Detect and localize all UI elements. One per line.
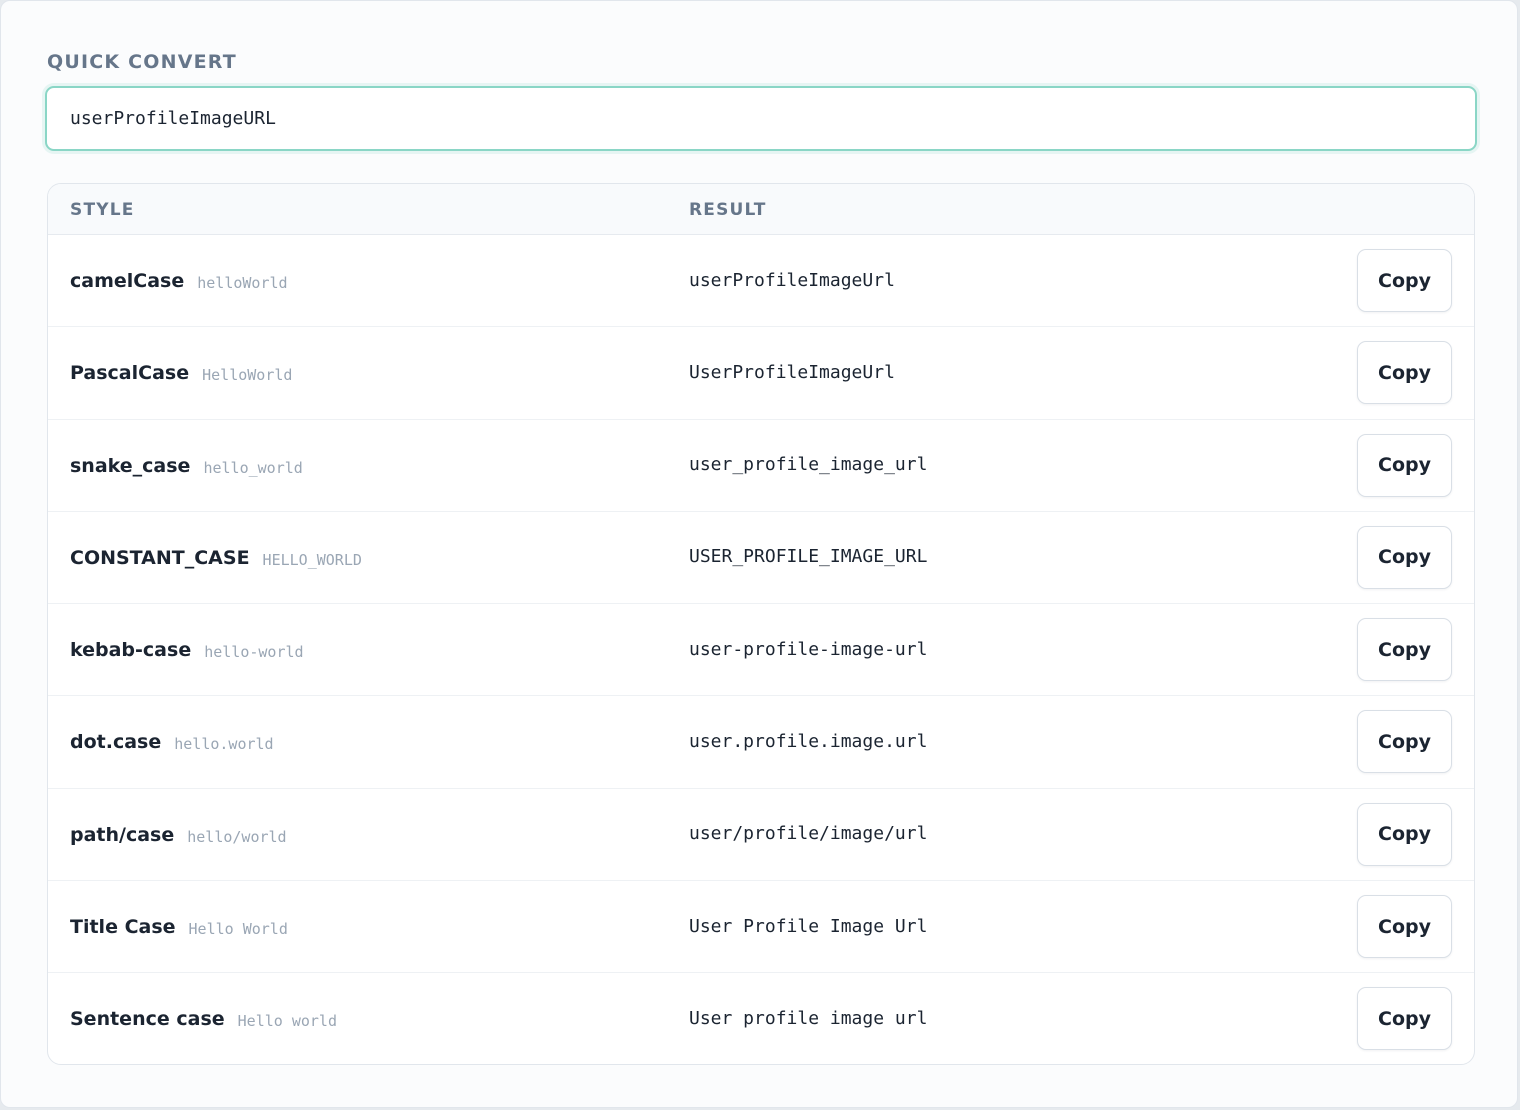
style-example: hello-world: [204, 643, 304, 662]
result-value: UserProfileImageUrl: [689, 361, 895, 383]
style-name: path/case: [70, 823, 175, 846]
converter-panel: QUICK CONVERT STYLE RESULT camelCase hel…: [0, 0, 1518, 1108]
copy-button[interactable]: Copy: [1357, 433, 1452, 497]
style-cell: camelCase helloWorld: [70, 235, 288, 327]
table-body: camelCase helloWorld userProfileImageUrl…: [48, 235, 1474, 1064]
copy-button[interactable]: Copy: [1357, 710, 1452, 774]
result-value: user.profile.image.url: [689, 730, 928, 752]
table-header: STYLE RESULT: [48, 184, 1474, 235]
style-name: Title Case: [70, 916, 176, 939]
style-cell: Title Case Hello World: [70, 881, 288, 973]
style-name: kebab-case: [70, 639, 192, 662]
result-value: USER_PROFILE_IMAGE_URL: [689, 546, 928, 568]
style-name: CONSTANT_CASE: [70, 546, 250, 569]
result-value: userProfileImageUrl: [689, 269, 895, 291]
style-cell: PascalCase HelloWorld: [70, 327, 292, 419]
style-example: helloWorld: [197, 274, 288, 292]
copy-button[interactable]: Copy: [1357, 802, 1452, 866]
table-row: Sentence case Hello world User profile i…: [48, 973, 1474, 1064]
result-value: user-profile-image-url: [689, 638, 928, 660]
style-name: dot.case: [70, 731, 162, 754]
quick-convert-input-wrapper: [45, 86, 1477, 151]
result-value: User Profile Image Url: [689, 915, 928, 937]
result-value: user/profile/image/url: [689, 823, 928, 845]
copy-button[interactable]: Copy: [1357, 618, 1452, 682]
copy-button[interactable]: Copy: [1357, 341, 1452, 405]
style-cell: Sentence case Hello world: [70, 973, 337, 1064]
style-cell: kebab-case hello-world: [70, 604, 304, 696]
style-name: snake_case: [70, 454, 191, 477]
copy-button[interactable]: Copy: [1357, 249, 1452, 312]
style-name: Sentence case: [70, 1008, 225, 1031]
result-column-header: RESULT: [689, 200, 767, 220]
result-value: User profile image url: [689, 1007, 928, 1029]
style-example: hello_world: [203, 458, 303, 477]
table-row: CONSTANT_CASE HELLO_WORLD USER_PROFILE_I…: [48, 512, 1474, 605]
style-example: Hello world: [237, 1012, 337, 1031]
result-value: user_profile_image_url: [689, 454, 928, 476]
copy-button[interactable]: Copy: [1357, 525, 1452, 589]
style-column-header: STYLE: [70, 200, 135, 220]
style-example: Hello World: [188, 920, 288, 939]
style-cell: dot.case hello.world: [70, 696, 274, 788]
style-example: HelloWorld: [202, 366, 293, 385]
conversion-table: STYLE RESULT camelCase helloWorld userPr…: [47, 183, 1475, 1065]
table-row: snake_case hello_world user_profile_imag…: [48, 420, 1474, 512]
table-row: camelCase helloWorld userProfileImageUrl…: [48, 235, 1474, 328]
style-example: hello.world: [174, 735, 274, 754]
style-name: camelCase: [70, 270, 185, 292]
table-row: path/case hello/world user/profile/image…: [48, 789, 1474, 882]
style-name: PascalCase: [70, 362, 190, 385]
copy-button[interactable]: Copy: [1357, 987, 1452, 1051]
table-row: dot.case hello.world user.profile.image.…: [48, 696, 1474, 789]
copy-button[interactable]: Copy: [1357, 895, 1452, 959]
style-example: hello/world: [187, 827, 287, 846]
style-example: HELLO_WORLD: [262, 550, 362, 569]
style-cell: CONSTANT_CASE HELLO_WORLD: [70, 512, 362, 604]
table-row: Title Case Hello World User Profile Imag…: [48, 881, 1474, 974]
quick-convert-label: QUICK CONVERT: [47, 51, 237, 73]
table-row: kebab-case hello-world user-profile-imag…: [48, 604, 1474, 697]
quick-convert-input[interactable]: [47, 88, 1475, 149]
table-row: PascalCase HelloWorld UserProfileImageUr…: [48, 327, 1474, 420]
style-cell: path/case hello/world: [70, 789, 287, 881]
style-cell: snake_case hello_world: [70, 420, 303, 512]
